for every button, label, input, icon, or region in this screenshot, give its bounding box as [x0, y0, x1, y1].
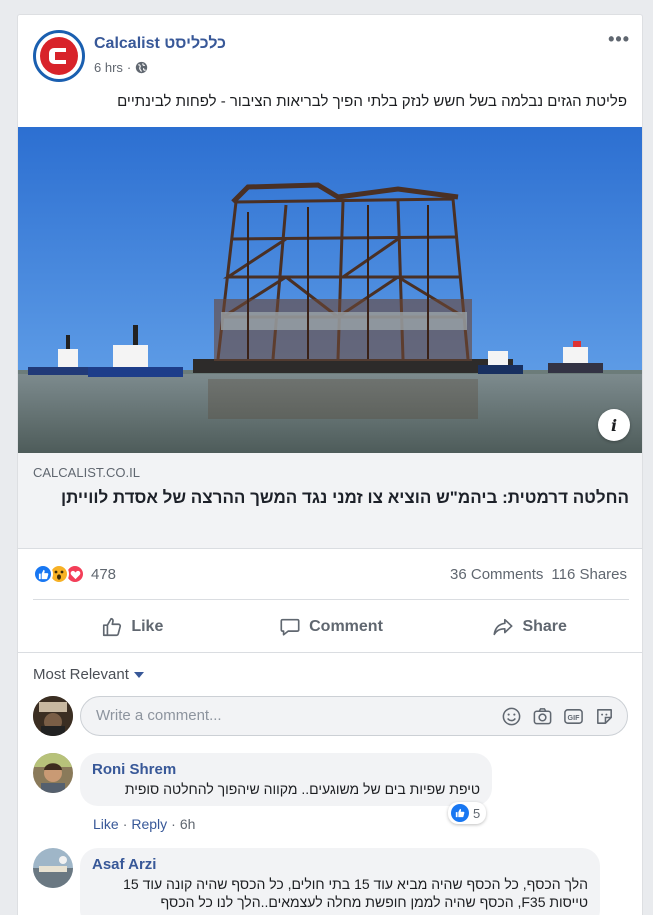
speech-bubble-icon [280, 618, 300, 636]
svg-text:GIF: GIF [568, 714, 581, 722]
logo-glyph-icon [49, 48, 66, 64]
comment-text: הלך הכסף, כל הכסף שהיה מביא עוד 15 בתי ח… [123, 876, 588, 910]
comment-bubble: Asaf Arzi הלך הכסף, כל הכסף שהיה מביא עו… [80, 848, 600, 915]
share-label: Share [522, 618, 567, 635]
thumbs-up-icon [103, 617, 122, 637]
comment-author[interactable]: Roni Shrem [92, 761, 480, 778]
comment-reaction-badge[interactable]: 5 [448, 802, 487, 824]
calcalist-logo [40, 37, 78, 75]
offshore-platform-photo [18, 127, 642, 453]
comment-reply-link[interactable]: Reply [131, 816, 167, 832]
like-reaction-icon [451, 804, 469, 822]
comment-bubble: Roni Shrem טיפת שפיות בים של משוגעים.. מ… [80, 753, 492, 806]
feed-background [0, 0, 653, 14]
current-user-avatar[interactable] [33, 696, 73, 736]
commenter-avatar[interactable] [33, 848, 73, 888]
comment-sort-dropdown[interactable]: Most Relevant [33, 666, 144, 683]
commenter-avatar[interactable] [33, 753, 73, 793]
comment-timestamp[interactable]: 6h [180, 816, 196, 832]
comment-actions: Like · Reply · 6h [93, 816, 196, 832]
sort-label: Most Relevant [33, 666, 129, 683]
page-avatar[interactable] [33, 30, 85, 82]
post-card: Calcalist כלכליסט 6 hrs · ••• פליטת הגזי… [17, 14, 643, 915]
emoji-icon[interactable] [501, 706, 522, 727]
reaction-summary[interactable]: 478 [33, 564, 116, 584]
actions-divider [18, 652, 642, 653]
post-image[interactable]: i [18, 127, 642, 453]
engagement-counts: 36 Comments 116 Shares [450, 566, 627, 583]
share-arrow-icon [493, 618, 513, 636]
post-actions-bar: Like Comment Share [33, 605, 629, 649]
comment-author[interactable]: Asaf Arzi [92, 856, 588, 873]
link-title[interactable]: החלטה דרמטית: ביהמ"ש הוציא צו זמני נגד ה… [39, 487, 629, 509]
sticker-icon[interactable] [594, 706, 615, 727]
comment-reaction-count: 5 [473, 805, 481, 821]
shares-count-link[interactable]: 116 Shares [551, 566, 627, 583]
comment-like-link[interactable]: Like [93, 816, 119, 832]
globe-icon[interactable] [135, 61, 148, 74]
page-name-link[interactable]: Calcalist כלכליסט [94, 35, 226, 53]
camera-icon[interactable] [532, 706, 553, 727]
stats-divider [33, 599, 629, 600]
link-domain: CALCALIST.CO.IL [33, 465, 140, 480]
info-icon[interactable]: i [598, 409, 630, 441]
comment-composer[interactable]: GIF [80, 696, 628, 736]
post-options-button[interactable]: ••• [608, 29, 630, 50]
like-button[interactable]: Like [33, 605, 232, 649]
post-meta: 6 hrs · [94, 60, 148, 75]
like-label: Like [131, 618, 164, 635]
link-preview[interactable]: CALCALIST.CO.IL החלטה דרמטית: ביהמ"ש הוצ… [18, 453, 642, 549]
comment-label: Comment [309, 618, 383, 635]
caret-down-icon [133, 671, 144, 678]
share-button[interactable]: Share [430, 605, 629, 649]
meta-separator: · [126, 60, 132, 75]
gif-icon[interactable]: GIF [563, 706, 584, 727]
post-timestamp[interactable]: 6 hrs [94, 60, 123, 75]
composer-tools: GIF [501, 706, 615, 727]
like-reaction-icon [33, 564, 53, 584]
comments-count-link[interactable]: 36 Comments [450, 566, 543, 583]
reaction-count: 478 [91, 565, 117, 583]
comment-button[interactable]: Comment [232, 605, 431, 649]
comment-input[interactable] [96, 707, 466, 724]
post-text: פליטת הגזים נבלמה בשל חשש לנזק בלתי הפיך… [117, 93, 627, 110]
comment-text: טיפת שפיות בים של משוגעים.. מקווה שיהפוך… [124, 781, 480, 797]
